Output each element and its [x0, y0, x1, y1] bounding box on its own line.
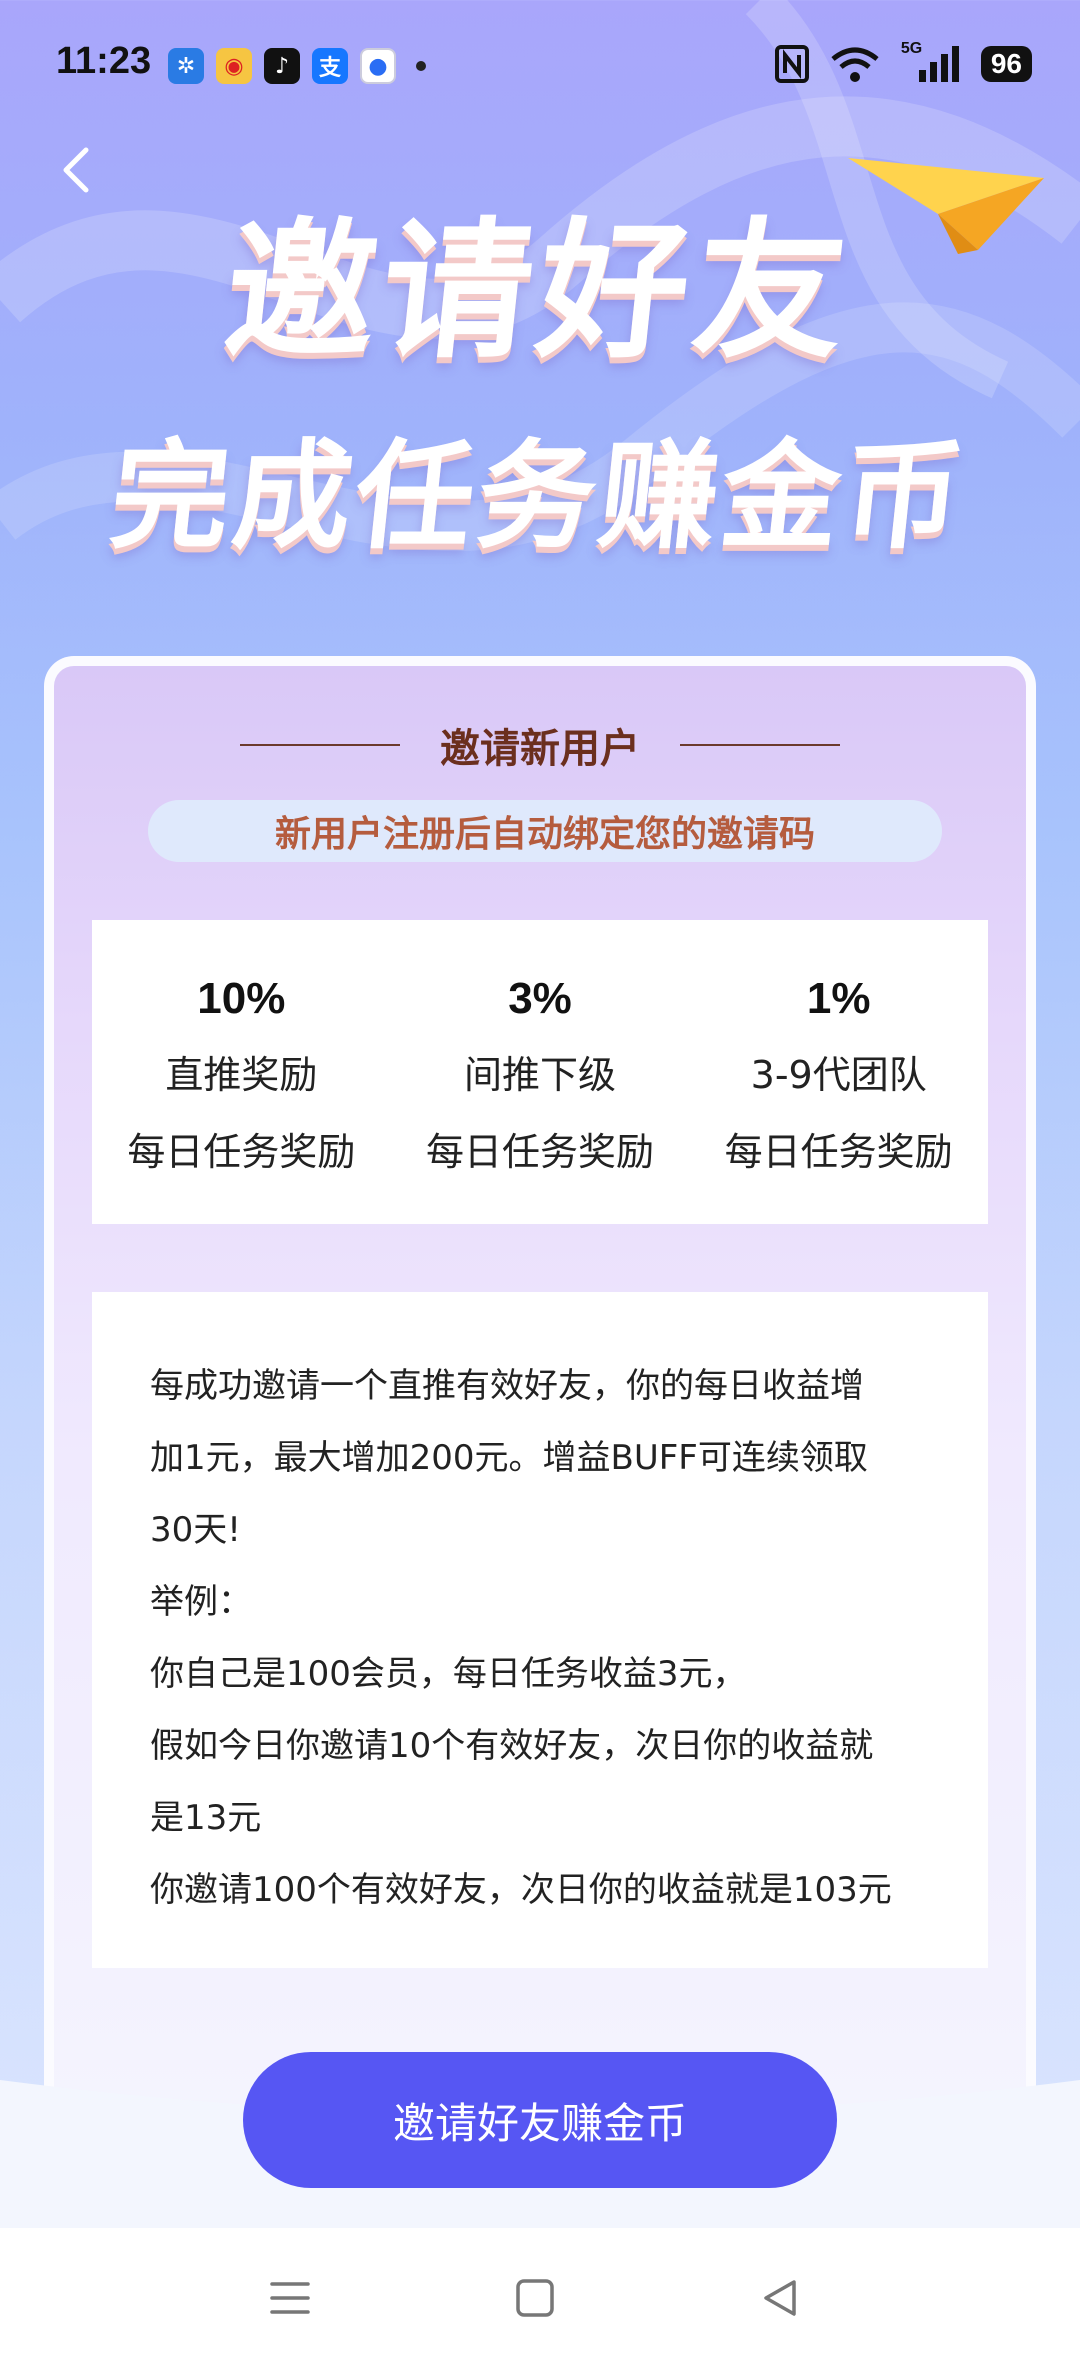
reward-label: 3-9代团队 — [750, 1053, 927, 1097]
alipay-app-icon: 支 — [312, 48, 348, 84]
system-nav-bar — [0, 2228, 1080, 2362]
rewards-panel: 10% 直推奖励 每日任务奖励 3% 间推下级 每日任务奖励 1% 3-9代团队… — [92, 920, 988, 1224]
info-line: 是13元 — [150, 1798, 262, 1838]
reward-label: 直推奖励 — [165, 1053, 318, 1097]
rules-description: 每成功邀请一个直推有效好友，你的每日收益增 加1元，最大增加200元。增益BUF… — [92, 1292, 988, 1968]
hero-title-line2: 完成任务赚金币 — [104, 427, 974, 565]
info-line: 30天! — [150, 1510, 241, 1550]
info-line: 你自己是100会员，每日任务收益3元， — [150, 1654, 747, 1694]
divider-left — [240, 744, 400, 746]
reward-indirect: 3% 间推下级 每日任务奖励 — [391, 920, 690, 1224]
reward-team: 1% 3-9代团队 每日任务奖励 — [689, 920, 988, 1224]
app-circle-icon: ● — [360, 48, 396, 84]
pinwheel-app-icon: ✲ — [168, 48, 204, 84]
notification-icons: ✲ ◉ ♪ 支 ● — [168, 48, 426, 84]
reward-sub: 每日任务奖励 — [724, 1130, 953, 1174]
menu-icon[interactable] — [260, 2268, 320, 2328]
info-line: 加1元，最大增加200元。增益BUFF可连续领取 — [150, 1438, 868, 1478]
home-square-icon[interactable] — [505, 2268, 565, 2328]
more-notifications-dot — [416, 61, 426, 71]
reward-percent: 1% — [806, 974, 871, 1023]
reward-sub: 每日任务奖励 — [127, 1130, 356, 1174]
tiktok-app-icon: ♪ — [264, 48, 300, 84]
system-icons: 5G 96 — [774, 40, 1032, 84]
invite-friends-button[interactable]: 邀请好友赚金币 — [243, 2052, 837, 2188]
weibo-app-icon: ◉ — [216, 48, 252, 84]
info-line: 每成功邀请一个直推有效好友，你的每日收益增 — [150, 1366, 864, 1406]
back-triangle-icon[interactable] — [750, 2268, 810, 2328]
section-title: 邀请新用户 — [440, 726, 640, 772]
paper-plane-icon — [848, 158, 1044, 254]
info-line: 你邀请100个有效好友，次日你的收益就是103元 — [150, 1870, 892, 1910]
wifi-icon — [831, 47, 879, 82]
info-line: 举例： — [150, 1582, 252, 1622]
reward-percent: 10% — [197, 974, 286, 1023]
reward-direct: 10% 直推奖励 每日任务奖励 — [92, 920, 391, 1224]
section-header: 邀请新用户 — [54, 716, 1026, 774]
subtitle-pill: 新用户注册后自动绑定您的邀请码 — [148, 800, 942, 862]
reward-percent: 3% — [508, 974, 572, 1023]
reward-label: 间推下级 — [464, 1053, 617, 1097]
status-bar: 11:23 ✲ ◉ ♪ 支 ● 5G 96 — [0, 0, 1080, 130]
divider-right — [680, 744, 840, 746]
battery-indicator: 96 — [980, 46, 1032, 82]
nfc-icon — [774, 45, 809, 83]
cellular-signal-icon: 5G — [901, 40, 961, 84]
reward-sub: 每日任务奖励 — [426, 1130, 655, 1174]
invite-card: 邀请新用户 新用户注册后自动绑定您的邀请码 10% 直推奖励 每日任务奖励 3%… — [44, 656, 1036, 2116]
status-time: 11:23 — [56, 40, 152, 82]
info-line: 假如今日你邀请10个有效好友，次日你的收益就 — [150, 1726, 874, 1766]
